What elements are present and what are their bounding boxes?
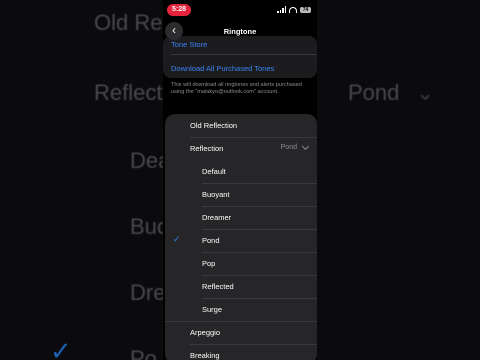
bg-checkmark-icon: ✓	[50, 336, 72, 360]
submenu-item-label: Pop	[202, 259, 216, 268]
menu-item-breaking[interactable]: Breaking	[165, 344, 317, 360]
menu-item-arpeggio[interactable]: Arpeggio	[165, 321, 317, 344]
bg-text-dreamer: Dre	[130, 280, 166, 305]
submenu-item-default[interactable]: Default	[165, 160, 317, 183]
menu-item-label: Old Reflection	[190, 121, 238, 130]
menu-item-label: Arpeggio	[190, 328, 221, 337]
divider	[171, 54, 317, 55]
status-icons: 74	[277, 6, 311, 13]
battery-icon: 74	[300, 6, 311, 13]
nav-bar: ‹ Ringtone	[163, 20, 317, 44]
submenu-item-dreamer[interactable]: Dreamer	[165, 206, 317, 229]
download-all-tones-link[interactable]: Download All Purchased Tones	[171, 64, 274, 73]
submenu-item-surge[interactable]: Surge	[165, 298, 317, 321]
submenu-item-label: Dreamer	[202, 213, 232, 222]
submenu-item-label: Default	[202, 167, 226, 176]
checkmark-icon: ✓	[173, 234, 181, 244]
status-time: 5:28	[167, 4, 191, 16]
page-title: Ringtone	[223, 27, 257, 36]
menu-item-value: Pond	[280, 144, 297, 151]
bg-text-pond: Po	[130, 346, 157, 360]
menu-item-label: Reflection	[190, 144, 224, 153]
chevron-down-icon	[301, 142, 310, 151]
ringtone-menu: Old Reflection Reflection Pond Default B…	[165, 114, 317, 360]
bg-text-pond-value: Pond	[348, 80, 400, 105]
submenu-item-label: Pond	[202, 236, 220, 245]
bg-text-reflection: Reflecti	[94, 80, 168, 105]
menu-item-label: Breaking	[190, 351, 220, 360]
submenu-item-buoyant[interactable]: Buoyant	[165, 183, 317, 206]
submenu-item-label: Reflected	[202, 282, 234, 291]
menu-item-reflection[interactable]: Reflection Pond	[165, 137, 317, 160]
download-note: This will download all ringtones and ale…	[171, 82, 302, 95]
submenu-item-reflected[interactable]: Reflected	[165, 275, 317, 298]
submenu-item-label: Surge	[202, 305, 223, 314]
submenu-item-pop[interactable]: Pop	[165, 252, 317, 275]
cellular-signal-icon	[277, 6, 286, 13]
menu-item-old-reflection[interactable]: Old Reflection	[165, 114, 317, 137]
wifi-icon	[289, 6, 297, 13]
status-bar: 5:28 74	[163, 0, 317, 20]
submenu-item-label: Buoyant	[202, 190, 230, 199]
bg-chevron-icon: ⌄	[416, 80, 435, 105]
phone-screen: 5:28 74 Tone Store Download All Purchase…	[163, 0, 317, 360]
submenu-item-pond[interactable]: ✓ Pond	[165, 229, 317, 252]
